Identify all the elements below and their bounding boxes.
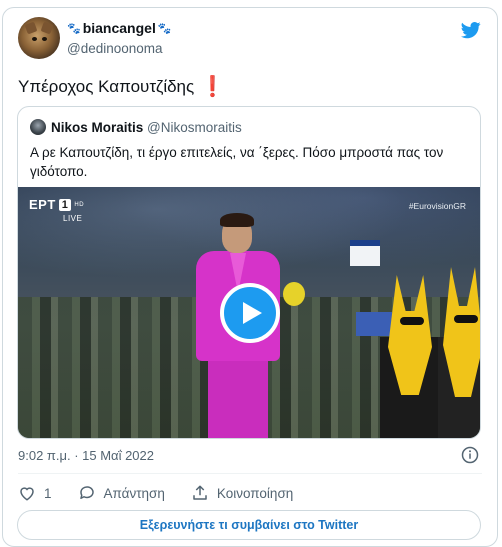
share-icon xyxy=(193,485,207,500)
quoted-user-handle: @Nikosmoraitis xyxy=(147,120,242,135)
sunglasses xyxy=(454,315,478,323)
like-button[interactable]: 1 xyxy=(18,484,52,502)
live-label: LIVE xyxy=(63,214,83,223)
video-thumbnail[interactable]: ΕΡΤ 1 HD LIVE #EurovisionGR xyxy=(18,187,480,438)
paw-icon: 🐾 xyxy=(157,22,172,35)
quoted-user-avatar xyxy=(30,119,46,135)
flag xyxy=(350,240,380,266)
quoted-user-name: Nikos Moraitis xyxy=(51,120,144,135)
divider xyxy=(18,473,482,474)
play-icon xyxy=(243,302,262,324)
sunglasses xyxy=(400,317,424,325)
exclamation-icon: ❗ xyxy=(200,76,226,98)
user-display-name[interactable]: 🐾 biancangel 🐾 xyxy=(67,20,172,36)
heart-icon xyxy=(20,487,34,501)
tweet-text: Υπέροχος Καπουτζίδης ❗ xyxy=(18,74,225,99)
explore-twitter-button[interactable]: Εξερευνήστε τι συμβαίνει στο Twitter xyxy=(17,510,481,540)
reply-label: Απάντηση xyxy=(103,485,165,501)
tweet-actions: 1 Απάντηση Κοινοποίηση xyxy=(18,484,319,502)
paw-icon: 🐾 xyxy=(67,22,81,35)
channel-name: ΕΡΤ xyxy=(29,197,56,212)
twitter-bird-icon[interactable] xyxy=(460,20,482,40)
banner xyxy=(356,312,392,336)
reply-button[interactable]: Απάντηση xyxy=(78,484,165,502)
tweet-timestamp[interactable]: 9:02 π.μ. · 15 Μαΐ 2022 xyxy=(18,448,154,463)
user-avatar[interactable] xyxy=(18,17,60,59)
share-label: Κοινοποίηση xyxy=(216,485,294,501)
tweet-text-content: Υπέροχος Καπουτζίδης xyxy=(18,76,195,96)
channel-logo: ΕΡΤ 1 HD xyxy=(29,197,84,212)
hashtag-overlay: #EurovisionGR xyxy=(408,201,466,211)
channel-number: 1 xyxy=(58,198,72,211)
hd-badge: HD xyxy=(74,201,85,208)
share-button[interactable]: Κοινοποίηση xyxy=(191,484,293,502)
like-count: 1 xyxy=(44,485,52,501)
quoted-tweet[interactable]: Nikos Moraitis @Nikosmoraitis Α ρε Καπου… xyxy=(17,106,481,439)
user-handle[interactable]: @dedinoonoma xyxy=(67,41,163,56)
quoted-tweet-text: Α ρε Καπουτζίδη, τι έργο επιτελείς, να ΄… xyxy=(30,145,444,179)
info-icon[interactable] xyxy=(461,446,479,464)
play-button[interactable] xyxy=(220,283,280,343)
display-name-text: biancangel xyxy=(82,20,156,36)
reply-icon xyxy=(79,486,94,499)
